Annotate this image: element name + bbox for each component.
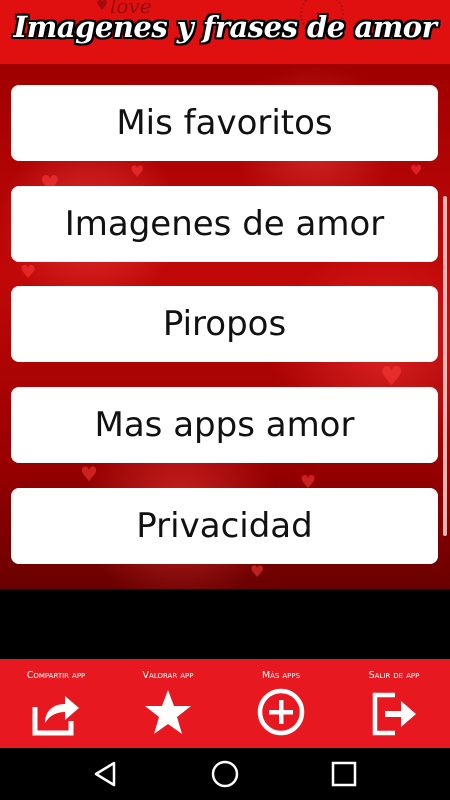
- background-heart-icon: ♥: [80, 462, 98, 486]
- home-icon[interactable]: [209, 758, 241, 790]
- background-heart-icon: ♥: [410, 163, 423, 179]
- recents-icon[interactable]: [328, 758, 360, 790]
- exit-app-button[interactable]: Salir de app: [338, 659, 450, 748]
- menu-item-love-images[interactable]: Imagenes de amor: [11, 186, 438, 262]
- menu-item-more-apps[interactable]: Mas apps amor: [11, 387, 438, 463]
- background-heart-icon: ♥: [130, 162, 145, 181]
- star-icon: [145, 690, 191, 734]
- app-title: Imagenes y frases de amor: [13, 10, 437, 44]
- menu-area: ♥ ♥ ♥ ♥ ♥ ♥ ♥ ♥ Mis favoritos Imagenes d…: [0, 64, 450, 589]
- background-heart-icon: ♥: [20, 262, 37, 283]
- empty-area: [0, 589, 450, 659]
- share-icon: [32, 696, 79, 736]
- scrollbar[interactable]: [443, 196, 447, 536]
- back-icon[interactable]: [90, 758, 122, 790]
- menu-item-piropos[interactable]: Piropos: [11, 286, 438, 362]
- background-heart-icon: ♥: [250, 562, 265, 581]
- exit-icon: [372, 692, 416, 736]
- share-app-label: Compartir app: [26, 670, 86, 681]
- app-header: ♥ love Imagenes y frases de amor: [0, 0, 450, 64]
- bottom-toolbar: Compartir app Valorar app Más apps Salir…: [0, 659, 450, 748]
- android-nav-bar: [0, 748, 450, 800]
- menu-item-favorites[interactable]: Mis favoritos: [11, 85, 438, 161]
- exit-app-label: Salir de app: [368, 670, 420, 681]
- menu-item-privacy[interactable]: Privacidad: [11, 488, 438, 564]
- share-app-button[interactable]: Compartir app: [0, 659, 112, 748]
- rate-app-label: Valorar app: [142, 670, 194, 681]
- more-apps-button[interactable]: Más apps: [225, 659, 337, 748]
- plus-circle-icon: [257, 688, 305, 736]
- more-apps-label: Más apps: [261, 670, 301, 681]
- rate-app-button[interactable]: Valorar app: [112, 659, 224, 748]
